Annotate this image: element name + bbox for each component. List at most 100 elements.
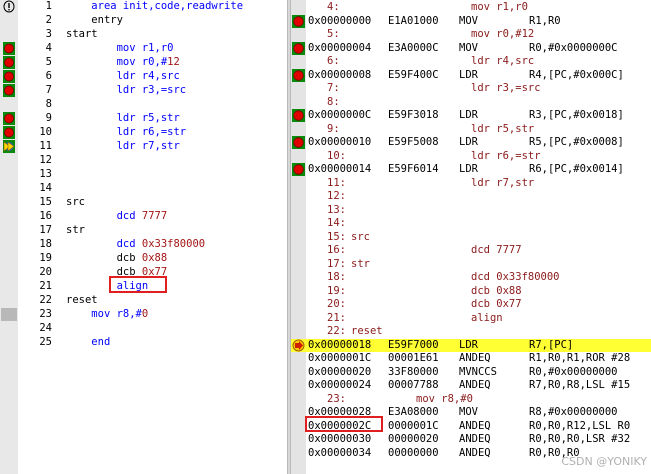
gutter-cell — [1, 280, 17, 293]
breakpoint-icon[interactable] — [1, 42, 17, 55]
disassembly-source-row[interactable]: 9: ldr r5,str — [291, 123, 651, 136]
disassembly-instruction-row[interactable]: 0x0000000C E59F3018 LDR R3,[PC,#0x0018] — [291, 109, 651, 122]
disabled-line-marker-icon[interactable] — [1, 308, 17, 321]
line-number: 3 — [45, 28, 52, 40]
disassembly-source-row[interactable]: 11: ldr r7,str — [291, 177, 651, 190]
disassembly-source-row[interactable]: 15: src — [291, 231, 651, 244]
breakpoint-icon[interactable] — [1, 126, 17, 139]
instruction-operands: R0,R0,R0,LSR #32 — [529, 433, 631, 445]
source-code: mov r8,#0 — [66, 308, 148, 321]
disassembly-instruction-row[interactable]: 0x00000020 33F80000 MVNCCS R0,#0x00000000 — [291, 366, 651, 379]
source-line-number: 15: — [327, 230, 346, 243]
disassembly-source-row[interactable]: 13: — [291, 204, 651, 217]
disassembly-instruction-row[interactable]: 0x0000001C 00001E61 ANDEQ R1,R0,R1,ROR #28 — [291, 352, 651, 365]
disassembly-source-row[interactable]: 4: mov r1,r0 — [291, 1, 651, 14]
source-line-text: str — [351, 257, 370, 270]
disassembly-source-row[interactable]: 18: dcd 0x33f80000 — [291, 271, 651, 284]
gutter-cell — [1, 238, 17, 251]
source-editor-pane[interactable]: 1 area init,code,readwrite 2 entry 3 start 4… — [0, 0, 287, 474]
numeric-literal: 0 — [141, 308, 149, 320]
breakpoint-icon[interactable] — [292, 163, 305, 176]
disassembly-source-row[interactable]: 5: mov r0,#12 — [291, 28, 651, 41]
disassembly-instruction-row[interactable]: 0x00000000 E1A01000 MOV R1,R0 — [291, 14, 651, 28]
disassembly-source-row[interactable]: 21: align — [291, 312, 651, 325]
source-line[interactable]: 18 dcd 0x33f80000 — [0, 238, 287, 251]
source-line[interactable]: 5 mov r0,#12 — [0, 56, 287, 69]
source-line[interactable]: 16 dcd 7777 — [0, 210, 287, 223]
source-line[interactable]: 13 — [0, 168, 287, 181]
source-line[interactable]: 23 mov r8,#0 — [0, 308, 287, 321]
source-line-text: ldr r7,str — [471, 176, 535, 189]
source-line[interactable]: 7 ldr r3,=src — [0, 84, 287, 97]
source-line-number: 12: — [327, 190, 346, 202]
disassembly-source-row[interactable]: 7: ldr r3,=src — [291, 82, 651, 95]
instruction-mnemonic: LDR — [459, 163, 478, 175]
debug-marker-icon[interactable] — [1, 0, 17, 13]
source-line-text: ldr r5,str — [471, 122, 535, 135]
address-annotation-box — [305, 416, 383, 432]
current-line-arrow-icon[interactable] — [1, 140, 17, 153]
line-number: 24 — [39, 322, 52, 334]
source-line[interactable]: 2 entry — [0, 14, 287, 27]
disassembly-instruction-row[interactable]: 0x00000010 E59F5008 LDR R5,[PC,#0x0008] — [291, 136, 651, 149]
source-line[interactable]: 1 area init,code,readwrite — [0, 0, 287, 13]
program-counter-arrow-icon[interactable] — [292, 339, 305, 352]
disassembly-pane[interactable]: 4: mov r1,r0 0x00000000 E1A01000 MOV R1,R0 5: m… — [291, 0, 651, 474]
disassembly-source-row[interactable]: 8: — [291, 96, 651, 109]
source-line-number: 6: — [327, 55, 340, 67]
instruction-opcode: 00000020 — [388, 433, 439, 445]
disassembly-source-row[interactable]: 14: — [291, 217, 651, 230]
source-line[interactable]: 9 ldr r5,str — [0, 112, 287, 125]
line-number: 6 — [45, 70, 52, 82]
instruction-mnemonic: MOV — [459, 41, 478, 54]
disassembly-instruction-row[interactable]: 0x00000018 E59F7000 LDR R7,[PC] — [291, 338, 651, 352]
disassembly-source-row[interactable]: 17: str — [291, 258, 651, 271]
breakpoint-icon[interactable] — [292, 136, 305, 149]
breakpoint-icon[interactable] — [1, 56, 17, 69]
source-line[interactable]: 3 start — [0, 28, 287, 41]
source-line[interactable]: 17 str — [0, 224, 287, 237]
disassembly-source-row[interactable]: 22: reset — [291, 325, 651, 338]
breakpoint-icon[interactable] — [292, 14, 305, 28]
source-line[interactable]: 12 — [0, 154, 287, 167]
source-line[interactable]: 8 — [0, 98, 287, 111]
numeric-literal: 12 — [167, 56, 180, 68]
source-line[interactable]: 22 reset — [0, 294, 287, 307]
disassembly-source-row[interactable]: 12: — [291, 190, 651, 203]
source-line[interactable]: 24 — [0, 322, 287, 335]
instruction-address: 0x00000014 — [308, 163, 372, 175]
source-line[interactable]: 25 end — [0, 336, 287, 349]
disassembly-instruction-row[interactable]: 0x00000008 E59F400C LDR R4,[PC,#0x000C] — [291, 68, 651, 82]
disassembly-instruction-row[interactable]: 0x00000014 E59F6014 LDR R6,[PC,#0x0014] — [291, 163, 651, 176]
code-token: src — [66, 196, 85, 208]
breakpoint-icon[interactable] — [292, 109, 305, 122]
source-line[interactable]: 15 src — [0, 196, 287, 209]
breakpoint-icon[interactable] — [292, 41, 305, 55]
source-line[interactable]: 10 ldr r6,=str — [0, 126, 287, 139]
source-line-number: 11: — [327, 176, 346, 189]
breakpoint-icon[interactable] — [292, 68, 305, 82]
disassembly-instruction-row[interactable]: 0x00000030 00000020 ANDEQ R0,R0,R0,LSR #32 — [291, 433, 651, 446]
disassembly-source-row[interactable]: 10: ldr r6,=str — [291, 150, 651, 163]
source-code: dcb 0x88 — [66, 252, 168, 265]
instruction-mnemonic: LDR — [459, 338, 478, 351]
disassembly-source-row[interactable]: 19: dcb 0x88 — [291, 285, 651, 298]
disassembly-source-row[interactable]: 6: ldr r4,src — [291, 55, 651, 68]
breakpoint-icon[interactable] — [1, 84, 17, 97]
disassembly-source-row[interactable]: 20: dcb 0x77 — [291, 298, 651, 311]
disassembly-source-row[interactable]: 23: mov r8,#0 — [291, 393, 651, 406]
line-number: 19 — [39, 252, 52, 264]
source-code: start — [66, 28, 98, 41]
breakpoint-icon[interactable] — [1, 70, 17, 83]
source-line[interactable]: 6 ldr r4,src — [0, 70, 287, 83]
disassembly-source-row[interactable]: 16: dcd 7777 — [291, 244, 651, 257]
source-line[interactable]: 19 dcb 0x88 — [0, 252, 287, 265]
instruction-mnemonic: ANDEQ — [459, 433, 491, 445]
source-line[interactable]: 14 — [0, 182, 287, 195]
disassembly-instruction-row[interactable]: 0x00000024 00007788 ANDEQ R7,R0,R8,LSL #15 — [291, 379, 651, 392]
instruction-address: 0x00000034 — [308, 446, 372, 459]
disassembly-instruction-row[interactable]: 0x00000004 E3A0000C MOV R0,#0x0000000C — [291, 41, 651, 55]
source-line[interactable]: 11 ldr r7,str — [0, 140, 287, 153]
source-line[interactable]: 4 mov r1,r0 — [0, 42, 287, 55]
breakpoint-icon[interactable] — [1, 112, 17, 125]
